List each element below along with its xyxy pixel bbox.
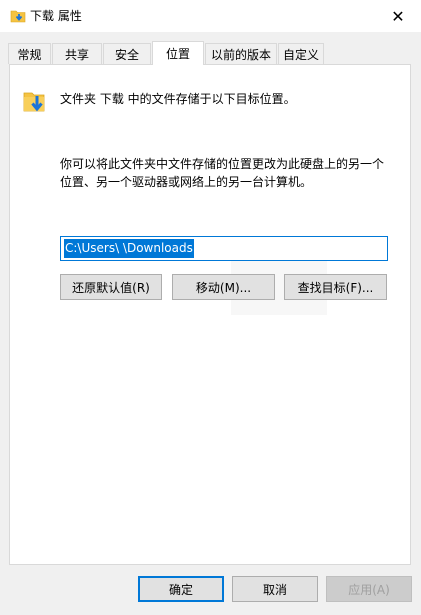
path-value: C:\Users\ \Downloads bbox=[64, 239, 194, 258]
title-bar: 下载 属性 ✕ bbox=[0, 0, 421, 32]
close-icon: ✕ bbox=[391, 6, 405, 26]
tab-customize[interactable]: 自定义 bbox=[278, 43, 324, 64]
location-info: 你可以将此文件夹中文件存储的位置更改为此硬盘上的另一个 位置、另一个驱动器或网络… bbox=[60, 155, 400, 191]
location-description: 文件夹 下载 中的文件存储于以下目标位置。 bbox=[60, 92, 296, 106]
apply-button[interactable]: 应用(A) bbox=[326, 576, 412, 602]
close-button[interactable]: ✕ bbox=[375, 0, 421, 32]
find-target-button[interactable]: 查找目标(F)... bbox=[284, 274, 387, 300]
tab-sharing[interactable]: 共享 bbox=[52, 43, 102, 64]
tab-bar: 常规 共享 安全 位置 以前的版本 自定义 bbox=[8, 41, 413, 65]
cancel-button[interactable]: 取消 bbox=[232, 576, 318, 602]
window-title: 下载 属性 bbox=[30, 9, 82, 23]
location-panel: 文件夹 下载 中的文件存储于以下目标位置。 你可以将此文件夹中文件存储的位置更改… bbox=[9, 64, 411, 565]
tab-previous-versions[interactable]: 以前的版本 bbox=[205, 43, 277, 64]
ok-button[interactable]: 确定 bbox=[138, 576, 224, 602]
info-line-1: 你可以将此文件夹中文件存储的位置更改为此硬盘上的另一个 bbox=[60, 157, 385, 171]
folder-download-icon bbox=[23, 86, 47, 116]
tab-general[interactable]: 常规 bbox=[8, 43, 51, 64]
restore-default-button[interactable]: 还原默认值(R) bbox=[60, 274, 162, 300]
properties-dialog: 下载 属性 ✕ 常规 共享 安全 位置 以前的版本 自定义 文件夹 下载 中的文… bbox=[0, 0, 421, 615]
path-field[interactable]: C:\Users\ \Downloads bbox=[60, 236, 388, 261]
tab-security[interactable]: 安全 bbox=[103, 43, 151, 64]
move-button[interactable]: 移动(M)... bbox=[172, 274, 275, 300]
info-line-2: 位置、另一个驱动器或网络上的另一台计算机。 bbox=[60, 175, 313, 189]
folder-download-icon bbox=[10, 9, 26, 23]
tab-location[interactable]: 位置 bbox=[152, 41, 204, 65]
